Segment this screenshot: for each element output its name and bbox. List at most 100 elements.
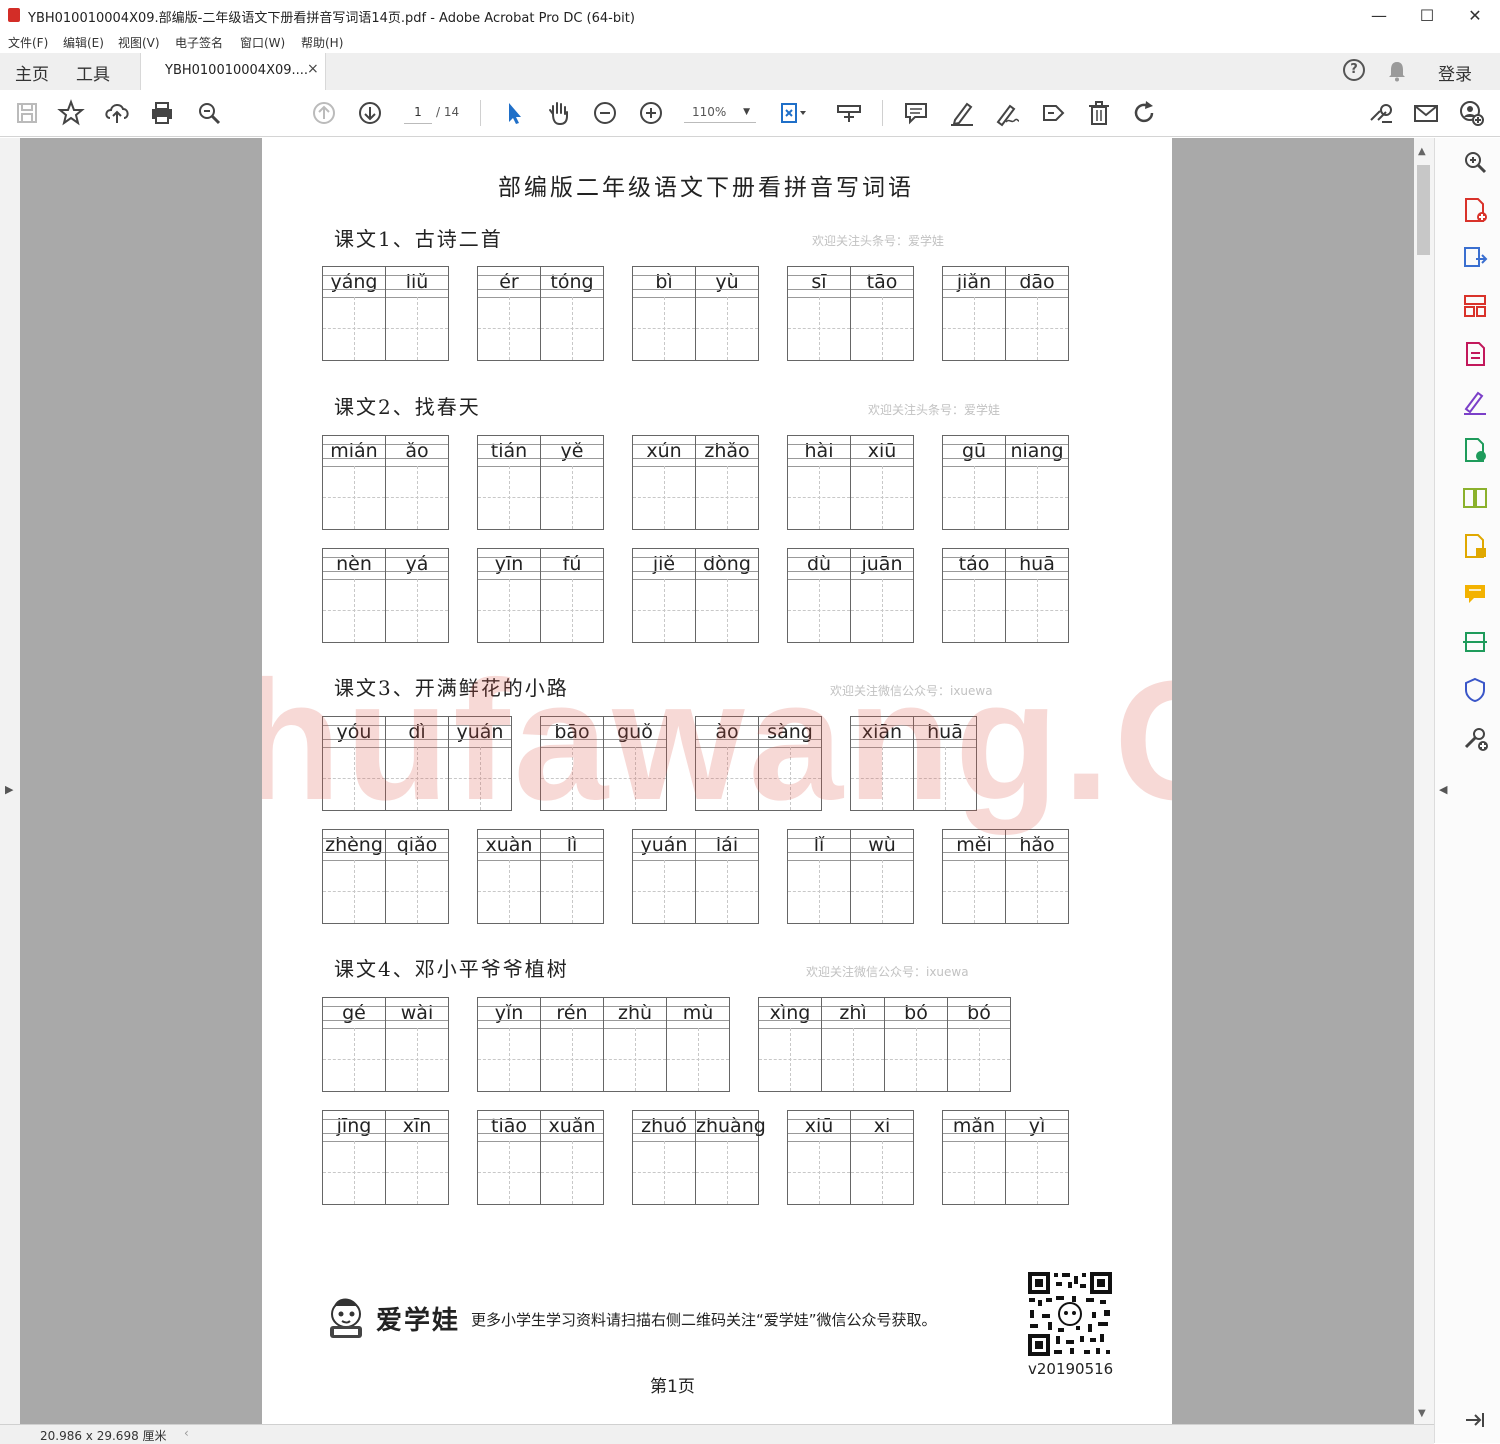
bell-icon[interactable] — [1386, 59, 1408, 83]
print-icon[interactable] — [147, 98, 177, 128]
more-tools-icon[interactable] — [1460, 723, 1490, 753]
pinyin-label: ér — [499, 271, 519, 293]
menu-edit[interactable]: 编辑(E) — [63, 34, 104, 51]
expand-left-icon[interactable]: ▶ — [5, 783, 13, 796]
menu-esign[interactable]: 电子签名 — [175, 34, 223, 51]
tab-home[interactable]: 主页 — [15, 60, 49, 85]
hand-tool-icon[interactable] — [544, 98, 574, 128]
toolbar-divider — [480, 100, 481, 126]
left-panel-toggle[interactable]: ▶ — [0, 138, 20, 1424]
pinyin-guide-line — [541, 557, 603, 558]
grid-guide-line — [696, 1172, 758, 1173]
pinyin-guide-line — [943, 1119, 1005, 1120]
pinyin-guide-line — [541, 852, 603, 853]
character-cell: wài — [385, 998, 448, 1091]
scroll-up-icon[interactable]: ▲ — [1418, 146, 1426, 157]
grid-guide-line — [1006, 891, 1068, 892]
next-page-icon[interactable] — [355, 98, 385, 128]
organize-pages-icon[interactable] — [1460, 291, 1490, 321]
search-zoom-icon[interactable] — [1460, 147, 1490, 177]
signin-link[interactable]: 登录 — [1438, 60, 1472, 85]
create-pdf-icon[interactable] — [1460, 195, 1490, 225]
pinyin-guide-line — [386, 1006, 448, 1007]
pinyin-guide-line — [1006, 1133, 1068, 1134]
zoom-search-icon[interactable] — [194, 98, 224, 128]
combine-files-icon[interactable] — [1460, 531, 1490, 561]
tab-document[interactable]: YBH010010004X09.... × — [140, 53, 326, 91]
pinyin-label: táo — [958, 553, 990, 575]
pinyin-guide-line — [788, 557, 850, 558]
character-cell: zhì — [821, 998, 884, 1091]
pinyin-guide-line — [696, 275, 758, 276]
character-cell: zhuó — [633, 1111, 695, 1204]
fill-sign-icon[interactable] — [1460, 387, 1490, 417]
menu-help[interactable]: 帮助(H) — [301, 34, 343, 51]
menu-window[interactable]: 窗口(W) — [240, 34, 285, 51]
cloud-upload-icon[interactable] — [102, 98, 132, 128]
pinyin-guide-line — [386, 275, 448, 276]
scroll-down-icon[interactable]: ▼ — [1418, 1408, 1426, 1419]
draw-signature-icon[interactable] — [992, 98, 1022, 128]
pinyin-guide-line — [851, 289, 913, 290]
character-cell: zhǎo — [695, 436, 758, 529]
grid-guide-line — [541, 1059, 603, 1060]
fit-page-icon[interactable] — [776, 98, 806, 128]
menu-file[interactable]: 文件(F) — [8, 34, 48, 51]
zoom-in-icon[interactable] — [636, 98, 666, 128]
collapse-right-icon[interactable]: ◀ — [1439, 783, 1447, 796]
pinyin-label: xiū — [804, 1115, 834, 1137]
close-window-button[interactable]: ✕ — [1452, 0, 1498, 31]
comment-icon[interactable] — [901, 98, 931, 128]
send-for-review-icon[interactable] — [1460, 435, 1490, 465]
pinyin-guide-line — [759, 1006, 821, 1007]
minimize-button[interactable]: — — [1356, 0, 1402, 31]
help-icon[interactable]: ? — [1343, 59, 1365, 81]
grid-guide-line — [696, 891, 758, 892]
bookmark-star-icon[interactable] — [56, 98, 86, 128]
vertical-scrollbar[interactable]: ▲ ▼ — [1414, 138, 1434, 1424]
maximize-button[interactable]: ☐ — [1404, 0, 1450, 31]
comment-tool-icon[interactable] — [1460, 579, 1490, 609]
read-mode-icon[interactable] — [834, 98, 864, 128]
character-cell: mù — [666, 998, 729, 1091]
save-icon[interactable] — [12, 98, 42, 128]
scroll-left-icon[interactable]: ‹ — [184, 1426, 189, 1440]
pinyin-guide-line — [1006, 444, 1068, 445]
email-icon[interactable] — [1411, 98, 1441, 128]
zoom-select[interactable]: 110% ▼ — [684, 101, 756, 123]
export-pdf-icon[interactable] — [1460, 243, 1490, 273]
tab-tools[interactable]: 工具 — [76, 60, 110, 85]
pinyin-guide-line — [604, 1006, 666, 1007]
pinyin-guide-line — [851, 1133, 913, 1134]
highlight-pen-icon[interactable] — [947, 98, 977, 128]
zoom-out-icon[interactable] — [590, 98, 620, 128]
menu-view[interactable]: 视图(V) — [118, 34, 160, 51]
grid-guide-line — [386, 328, 448, 329]
character-cell: gū — [943, 436, 1005, 529]
pinyin-label: yù — [715, 271, 739, 293]
grid-guide-line — [1006, 610, 1068, 611]
edit-pdf-icon[interactable] — [1460, 339, 1490, 369]
rotate-icon[interactable] — [1130, 98, 1160, 128]
scan-ocr-icon[interactable] — [1460, 627, 1490, 657]
pinyin-guide-line — [323, 289, 385, 290]
previous-page-icon[interactable] — [309, 98, 339, 128]
share-link-icon[interactable] — [1366, 98, 1396, 128]
character-cell: rén — [540, 998, 603, 1091]
close-tab-icon[interactable]: × — [307, 61, 319, 77]
collapse-pane-icon[interactable] — [1460, 1405, 1490, 1435]
stamp-icon[interactable] — [1038, 98, 1068, 128]
compare-files-icon[interactable] — [1460, 483, 1490, 513]
word-grid: tián yě — [477, 435, 604, 530]
add-user-icon[interactable] — [1456, 98, 1486, 128]
page-number-input[interactable]: 1 — [404, 101, 432, 124]
select-cursor-icon[interactable] — [499, 98, 529, 128]
pinyin-guide-line — [788, 1133, 850, 1134]
trash-icon[interactable] — [1084, 98, 1114, 128]
pinyin-guide-line — [633, 1119, 695, 1120]
protect-shield-icon[interactable] — [1460, 675, 1490, 705]
pinyin-guide-line — [788, 571, 850, 572]
pinyin-guide-line — [541, 1006, 603, 1007]
scrollbar-thumb[interactable] — [1417, 165, 1430, 255]
pinyin-guide-line — [633, 458, 695, 459]
